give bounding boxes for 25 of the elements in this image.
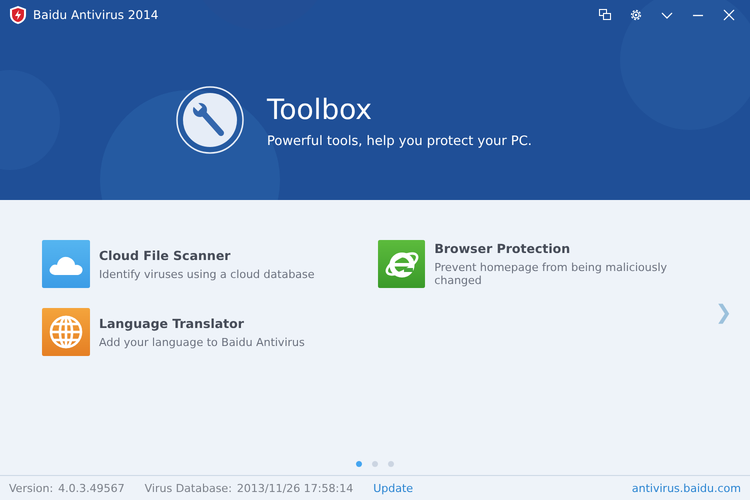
tool-icon[interactable] [42,240,90,288]
page-dot[interactable] [388,461,394,467]
database-label: Virus Database: [144,482,232,494]
wrench-icon [175,85,245,155]
tool-name[interactable]: Cloud File Scanner [99,248,315,262]
page-dot[interactable] [356,461,362,467]
tool-description: Identify viruses using a cloud database [99,268,315,280]
page-title: Toolbox [267,92,373,128]
tool-description: Add your language to Baidu Antivirus [99,336,305,348]
page-subtitle: Powerful tools, help you protect your PC. [267,134,532,148]
tool-name[interactable]: Language Translator [99,316,305,330]
close-icon[interactable] [722,8,736,22]
database-value: 2013/11/26 17:58:14 [236,482,354,494]
globe-icon [49,315,83,349]
feedback-icon[interactable] [598,8,612,22]
version-label: Version: [9,482,54,494]
tool-icon[interactable] [42,308,90,356]
version-value: 4.0.3.49567 [58,482,125,494]
shield-logo-icon [10,6,26,24]
tool-description: Prevent homepage from being maliciously changed [434,261,668,287]
tool-name[interactable]: Browser Protection [434,241,714,256]
settings-icon[interactable] [629,8,643,22]
page-dot[interactable] [372,461,378,467]
tool-icon[interactable] [378,240,426,288]
window-title: Baidu Antivirus 2014 [33,8,158,22]
